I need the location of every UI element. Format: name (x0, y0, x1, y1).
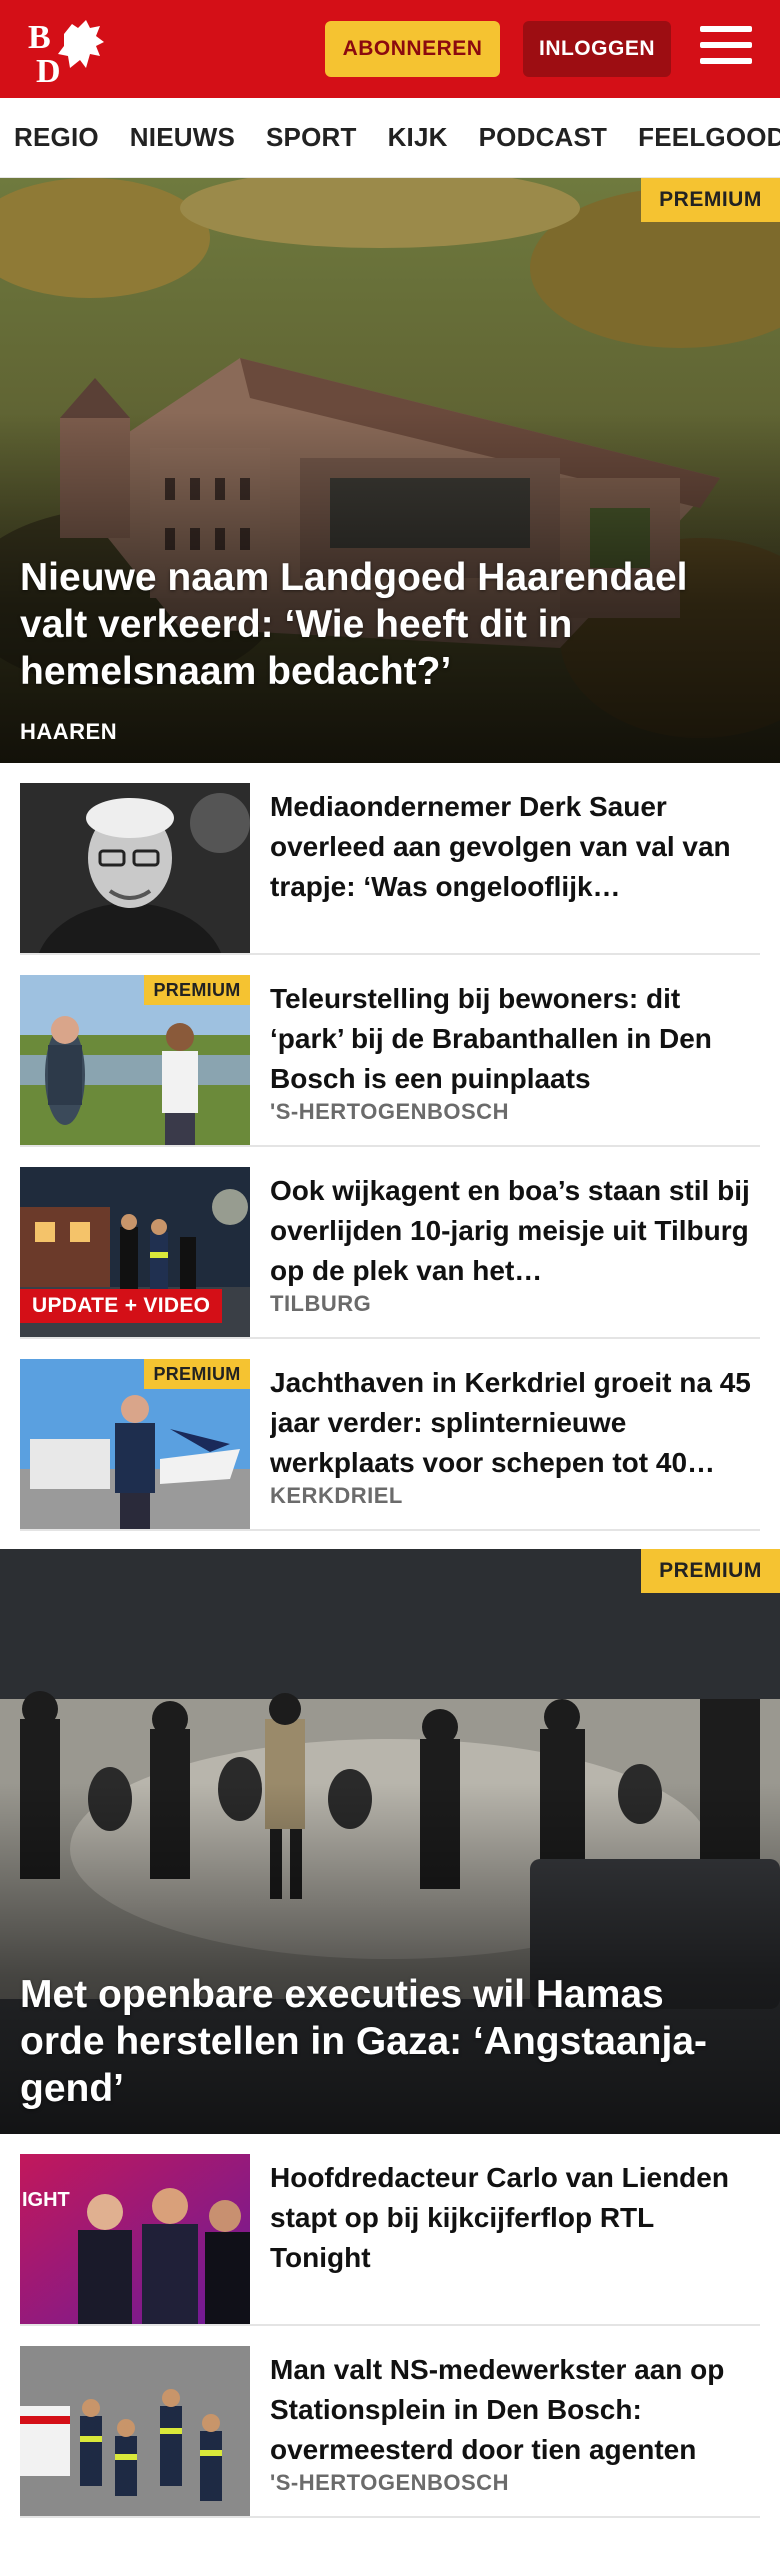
location-tag: TILBURG (270, 1291, 372, 1316)
site-logo[interactable]: B D (28, 14, 114, 90)
update-video-badge: UPDATE + VIDEO (20, 1289, 223, 1323)
logo-letter-b: B (28, 19, 51, 56)
nav-item-feelgood[interactable]: FEELGOOD (638, 122, 780, 153)
nav-item-kijk[interactable]: KIJK (388, 122, 448, 153)
article-headline[interactable]: Hoofdredacteur Carlo van Lienden stapt o… (270, 2158, 760, 2278)
premium-badge: PREMIUM (641, 178, 780, 222)
nav-item-regio[interactable]: REGIO (14, 122, 99, 153)
article-list-1: Mediaondernemer Derk Sauer overleed aan … (0, 763, 780, 1531)
list-item[interactable]: PREMIUM Jachthaven in Kerkdriel groeit n… (20, 1339, 760, 1531)
location-tag: KERKDRIEL (270, 1483, 403, 1508)
top-bar: B D ABONNEREN INLOGGEN (0, 0, 780, 98)
location-tag: 'S-HERTOGENBOSCH (270, 2470, 509, 2495)
list-item[interactable]: UPDATE + VIDEO Ook wijkagent en boa’s st… (20, 1147, 760, 1339)
hero-article-haarendael[interactable]: PREMIUM Nieuwe naam Landgoed Haarendael … (0, 178, 780, 763)
nav-item-podcast[interactable]: PODCAST (479, 122, 608, 153)
logo-letter-d: D (36, 53, 61, 84)
thumbnail-image: IGHT (20, 2154, 250, 2324)
premium-badge: PREMIUM (641, 1549, 780, 1593)
hero-article-gaza[interactable]: PREMIUM Met openbare executies wil Hamas… (0, 1549, 780, 2134)
article-headline[interactable]: Man valt NS-medewerkster aan op Stations… (270, 2350, 760, 2470)
article-headline[interactable]: Jachthaven in Kerkdriel groeit na 45 jaa… (270, 1363, 760, 1483)
thumbnail-image: PREMIUM (20, 1359, 250, 1529)
premium-badge: PREMIUM (144, 975, 250, 1005)
section-nav: REGIO NIEUWS SPORT KIJK PODCAST FEELGOOD… (0, 98, 780, 178)
article-headline[interactable]: Ook wijkagent en boa’s staan stil bij ov… (270, 1171, 760, 1291)
nav-item-sport[interactable]: SPORT (266, 122, 357, 153)
hero-location-tag: HAAREN (20, 719, 118, 744)
article-headline[interactable]: Mediaondernemer Derk Sauer overleed aan … (270, 787, 760, 907)
thumbnail-image (20, 783, 250, 953)
login-button[interactable]: INLOGGEN (523, 21, 671, 77)
hamburger-menu-icon[interactable] (700, 26, 752, 72)
thumbnail-image (20, 2346, 250, 2516)
premium-badge: PREMIUM (144, 1359, 250, 1389)
lion-emblem-icon (58, 20, 104, 68)
hero-headline[interactable]: Met openbare executies wil Hamas orde he… (20, 1971, 750, 2112)
article-headline[interactable]: Teleurstelling bij bewoners: dit ‘park’ … (270, 979, 760, 1099)
list-item[interactable]: IGHT Hoofdredacteur Carlo van Lienden st… (20, 2134, 760, 2326)
list-item[interactable]: PREMIUM Teleurstelling bij bewoners: dit… (20, 955, 760, 1147)
article-list-2: IGHT Hoofdredacteur Carlo van Lienden st… (0, 2134, 780, 2518)
nav-item-nieuws[interactable]: NIEUWS (130, 122, 235, 153)
list-item[interactable]: Man valt NS-medewerkster aan op Stations… (20, 2326, 760, 2518)
location-tag: 'S-HERTOGENBOSCH (270, 1099, 509, 1124)
thumbnail-image: UPDATE + VIDEO (20, 1167, 250, 1337)
hero-headline[interactable]: Nieuwe naam Landgoed Haarendael valt ver… (20, 554, 750, 695)
thumbnail-image: PREMIUM (20, 975, 250, 1145)
list-item[interactable]: Mediaondernemer Derk Sauer overleed aan … (20, 763, 760, 955)
subscribe-button[interactable]: ABONNEREN (325, 21, 500, 77)
thumbnail-text: IGHT (22, 2189, 70, 2211)
